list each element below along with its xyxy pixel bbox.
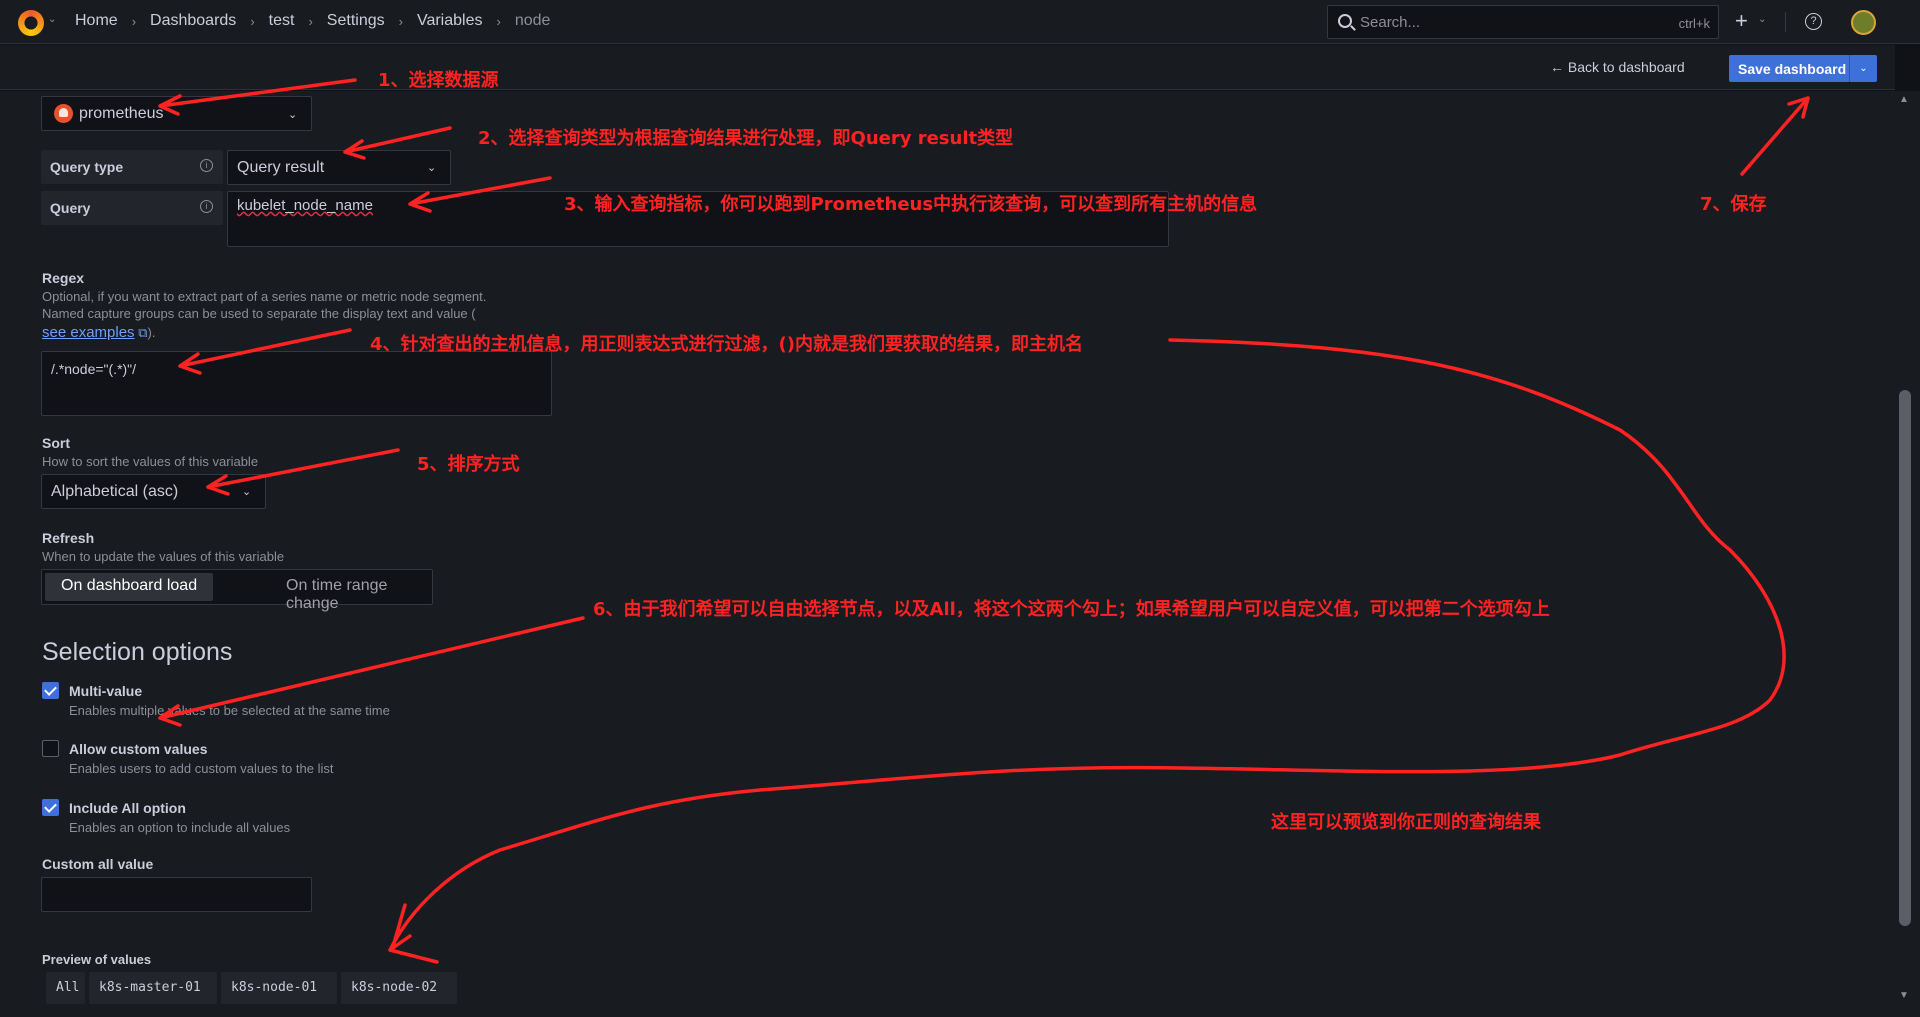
see-examples-link[interactable]: see examples bbox=[42, 324, 135, 341]
plus-icon[interactable]: + bbox=[1735, 8, 1748, 34]
preview-chip: k8s-node-01 bbox=[221, 972, 337, 1004]
regex-desc-3: see examples ⧉). bbox=[42, 324, 155, 341]
help-icon[interactable]: ? bbox=[1805, 13, 1822, 30]
query-type-label: Query type i bbox=[41, 150, 223, 184]
annotation-text: 7、保存 bbox=[1700, 194, 1767, 215]
breadcrumb-home[interactable]: Home bbox=[75, 12, 118, 30]
info-icon[interactable]: i bbox=[200, 200, 213, 213]
preview-chip: All bbox=[46, 972, 85, 1004]
back-to-dashboard-button[interactable]: ← Back to dashboard bbox=[1550, 59, 1685, 75]
save-label: Save dashboard bbox=[1738, 61, 1847, 77]
breadcrumb-dashboards[interactable]: Dashboards bbox=[150, 12, 236, 30]
chevron-down-icon[interactable]: ⌄ bbox=[1758, 14, 1766, 25]
sort-label: Sort bbox=[42, 435, 70, 451]
breadcrumb-dashboard[interactable]: test bbox=[269, 12, 295, 30]
include-all-title: Include All option bbox=[69, 800, 186, 816]
custom-all-value-label: Custom all value bbox=[42, 856, 154, 872]
allow-custom-values-title: Allow custom values bbox=[69, 741, 208, 757]
chevron-down-icon: ⌄ bbox=[427, 162, 437, 174]
search-placeholder: Search... bbox=[1360, 14, 1421, 31]
multi-value-checkbox[interactable] bbox=[42, 682, 59, 699]
refresh-radio-group: On dashboard load On time range change bbox=[41, 569, 433, 612]
annotation-text: 6、由于我们希望可以自由选择节点，以及All，将这个这两个勾上；如果希望用户可以… bbox=[593, 599, 1550, 620]
toolbar: ← Back to dashboard Save dashboard ⌄ bbox=[0, 45, 1895, 90]
scroll-down-icon[interactable]: ▼ bbox=[1899, 990, 1909, 1001]
preview-label: Preview of values bbox=[42, 952, 152, 967]
prometheus-icon bbox=[54, 104, 73, 123]
selection-options-title: Selection options bbox=[42, 638, 233, 666]
chevron-down-icon[interactable]: ⌄ bbox=[48, 14, 56, 25]
breadcrumb-current: node bbox=[514, 12, 551, 29]
include-all-checkbox[interactable] bbox=[42, 799, 59, 816]
regex-desc-suffix: ). bbox=[147, 325, 156, 340]
datasource-value: prometheus bbox=[79, 105, 164, 122]
refresh-option-dashboard-load[interactable]: On dashboard load bbox=[45, 573, 214, 601]
scroll-up-icon[interactable]: ▲ bbox=[1899, 94, 1909, 105]
top-navbar: ⌄ Home › Dashboards › test › Settings › … bbox=[0, 0, 1920, 44]
arrow-left-icon: ← bbox=[1550, 59, 1568, 75]
chevron-right-icon: › bbox=[250, 13, 255, 29]
annotation-text: 5、排序方式 bbox=[417, 454, 520, 475]
refresh-label: Refresh bbox=[42, 530, 95, 546]
include-all-desc: Enables an option to include all values bbox=[69, 820, 291, 835]
multi-value-title: Multi-value bbox=[69, 683, 143, 699]
chevron-down-icon: ⌄ bbox=[242, 486, 252, 498]
scrollbar-thumb[interactable] bbox=[1899, 390, 1911, 926]
chevron-down-icon: ⌄ bbox=[288, 109, 298, 121]
query-label: Query i bbox=[41, 191, 223, 225]
sort-desc: How to sort the values of this variable bbox=[42, 454, 259, 469]
multi-value-desc: Enables multiple values to be selected a… bbox=[69, 703, 390, 718]
regex-desc-1: Optional, if you want to extract part of… bbox=[42, 289, 487, 304]
regex-desc-2: Named capture groups can be used to sepa… bbox=[42, 306, 476, 321]
back-label: Back to dashboard bbox=[1567, 59, 1685, 75]
annotation-text: 这里可以预览到你正则的查询结果 bbox=[1271, 812, 1541, 833]
breadcrumb-variables[interactable]: Variables bbox=[417, 12, 483, 30]
breadcrumb-settings[interactable]: Settings bbox=[327, 12, 385, 30]
chevron-right-icon: › bbox=[131, 13, 137, 29]
query-type-value: Query result bbox=[237, 159, 325, 176]
annotation-text: 1、选择数据源 bbox=[378, 70, 499, 91]
annotation-text: 2、选择查询类型为根据查询结果进行处理，即Query result类型 bbox=[478, 128, 1014, 149]
avatar[interactable] bbox=[1851, 10, 1876, 35]
info-icon[interactable]: i bbox=[200, 159, 213, 172]
sort-value: Alphabetical (asc) bbox=[51, 483, 179, 500]
search-shortcut: ctrl+k bbox=[1678, 16, 1710, 31]
allow-custom-values-desc: Enables users to add custom values to th… bbox=[69, 761, 334, 776]
custom-all-value-input[interactable] bbox=[41, 877, 312, 912]
chevron-down-icon[interactable]: ⌄ bbox=[1849, 55, 1877, 82]
grafana-logo-icon[interactable] bbox=[18, 10, 44, 36]
regex-value: /.*node="(.*)"/ bbox=[51, 361, 137, 377]
preview-chip: k8s-master-01 bbox=[89, 972, 217, 1004]
divider bbox=[1785, 12, 1786, 32]
chevron-right-icon: › bbox=[496, 13, 501, 29]
search-input[interactable]: Search... ctrl+k bbox=[1327, 5, 1719, 39]
chevron-right-icon: › bbox=[308, 13, 313, 29]
query-label-text: Query bbox=[50, 200, 91, 216]
refresh-desc: When to update the values of this variab… bbox=[42, 549, 285, 564]
allow-custom-values-checkbox[interactable] bbox=[42, 740, 59, 757]
breadcrumb: Home › Dashboards › test › Settings › Va… bbox=[75, 12, 550, 30]
preview-chip: k8s-node-02 bbox=[341, 972, 457, 1004]
query-type-label-text: Query type bbox=[50, 159, 124, 175]
annotation-text: 3、输入查询指标，你可以跑到Prometheus中执行该查询，可以查到所有主机的… bbox=[564, 194, 1258, 215]
search-icon bbox=[1338, 14, 1352, 28]
refresh-option-time-range-change[interactable]: On time range change bbox=[270, 573, 432, 612]
chevron-right-icon: › bbox=[398, 13, 403, 29]
regex-label: Regex bbox=[42, 270, 85, 286]
query-value: kubelet_node_name bbox=[237, 197, 373, 214]
annotation-text: 4、针对查出的主机信息，用正则表达式进行过滤，()内就是我们要获取的结果，即主机… bbox=[370, 334, 1083, 355]
